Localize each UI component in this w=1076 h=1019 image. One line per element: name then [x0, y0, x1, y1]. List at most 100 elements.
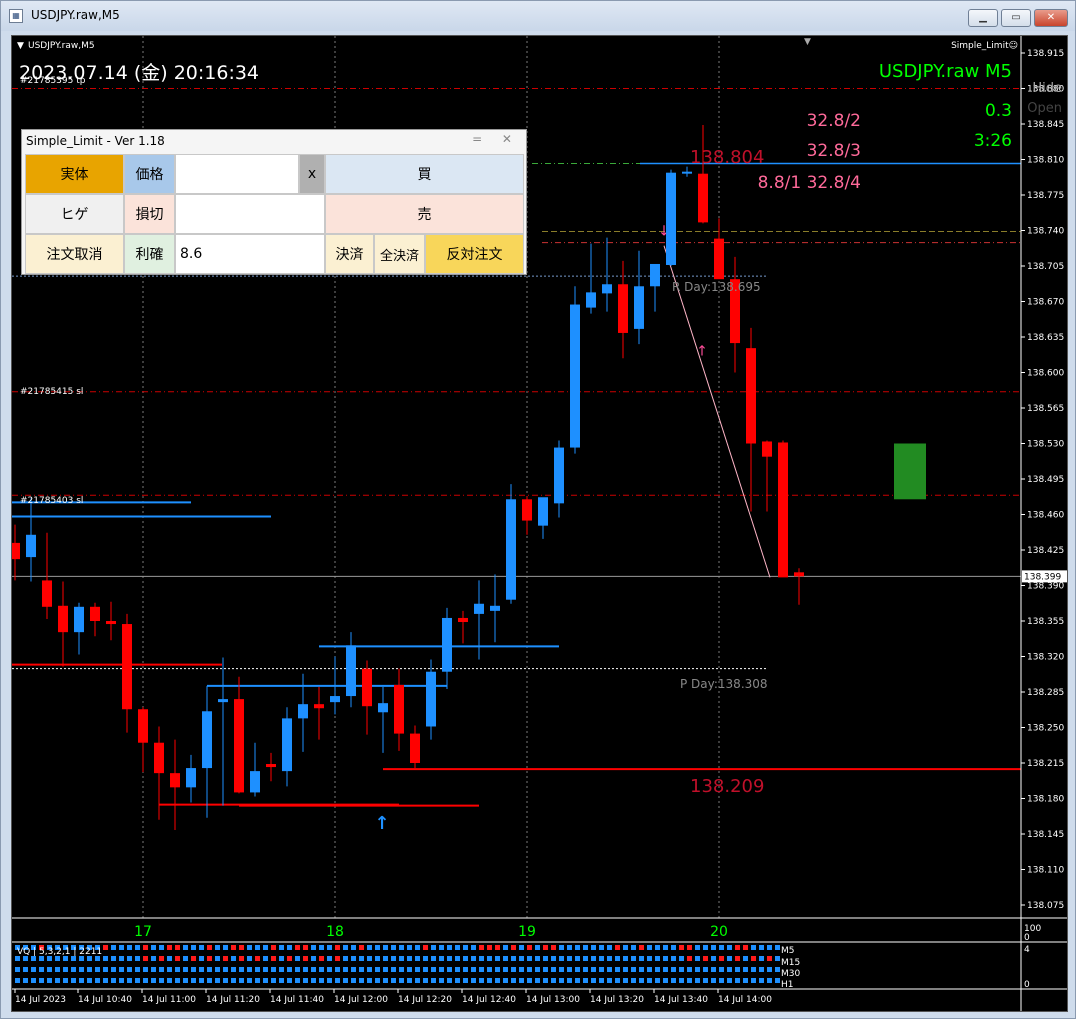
- price-tick-label: 138.530: [1027, 440, 1064, 450]
- vq-dot: [255, 967, 260, 972]
- time-tick-label: 14 Jul 2023: [15, 995, 66, 1005]
- time-tick-label: 14 Jul 11:00: [142, 995, 196, 1005]
- vq-dot: [599, 967, 604, 972]
- buy-button[interactable]: 買: [325, 154, 524, 194]
- candle: [762, 440, 772, 512]
- vq-dot: [151, 956, 156, 961]
- vq-dot: [295, 945, 300, 950]
- vq-dot: [303, 956, 308, 961]
- close-all-button[interactable]: 全決済: [374, 234, 425, 274]
- vq-dot: [471, 967, 476, 972]
- stop-loss-input[interactable]: [175, 194, 325, 234]
- candle-body: [106, 621, 116, 625]
- sell-button[interactable]: 売: [325, 194, 524, 234]
- open-button[interactable]: Open: [1027, 101, 1062, 116]
- candle-body: [58, 605, 68, 633]
- vq-dot: [415, 945, 420, 950]
- vq-dot: [87, 978, 92, 983]
- vq-dot: [583, 956, 588, 961]
- simple-limit-panel[interactable]: Simple_Limit - Ver 1.18 = ✕ 実体 価格 x 買 ヒゲ…: [21, 129, 527, 275]
- wick-mode-button[interactable]: ヒゲ: [25, 194, 124, 234]
- vq-dot: [719, 956, 724, 961]
- vq-dot: [423, 967, 428, 972]
- green-box-marker: [894, 443, 926, 500]
- vq-dot: [447, 956, 452, 961]
- price-label-button[interactable]: 価格: [124, 154, 175, 194]
- cancel-order-button[interactable]: 注文取消: [25, 234, 124, 274]
- panel-window-controls[interactable]: = ✕: [472, 132, 520, 146]
- time-tick-label: 14 Jul 12:00: [334, 995, 388, 1005]
- chart-menu-arrow-icon[interactable]: ▼: [17, 41, 24, 51]
- scroll-shift-icon[interactable]: ▼: [804, 37, 811, 47]
- vq-dot: [759, 945, 764, 950]
- vq-dot: [327, 945, 332, 950]
- vq-dot: [767, 956, 772, 961]
- title-bar[interactable]: ▦ USDJPY.raw,M5 ▁ ▭ ✕: [1, 1, 1075, 31]
- low-price-label: 138.209: [690, 776, 764, 797]
- vq-dot: [255, 956, 260, 961]
- vq-dot: [703, 956, 708, 961]
- chart-symbol-label: USDJPY.raw,M5: [28, 41, 95, 51]
- candle-body: [682, 171, 692, 174]
- vq-dot: [79, 978, 84, 983]
- candle: [138, 707, 148, 773]
- vq-dot: [775, 956, 780, 961]
- vq-dot: [639, 967, 644, 972]
- candle-body: [90, 606, 100, 621]
- vq-dot: [615, 956, 620, 961]
- vq-dot: [343, 945, 348, 950]
- time-tick-label: 14 Jul 13:20: [590, 995, 644, 1005]
- minimize-button[interactable]: ▁: [968, 9, 998, 27]
- vq-dot: [407, 956, 412, 961]
- vq-dot: [263, 956, 268, 961]
- vq-dot: [463, 978, 468, 983]
- body-mode-button[interactable]: 実体: [25, 154, 124, 194]
- clear-price-button[interactable]: x: [299, 154, 325, 194]
- vq-dot: [327, 967, 332, 972]
- take-profit-input[interactable]: 8.6: [175, 234, 325, 274]
- vq-dot: [591, 956, 596, 961]
- vq-dot: [607, 978, 612, 983]
- candle-body: [138, 709, 148, 743]
- candle-body: [506, 499, 516, 600]
- take-profit-label-button[interactable]: 利確: [124, 234, 175, 274]
- maximize-button[interactable]: ▭: [1001, 9, 1031, 27]
- vq-dot: [447, 978, 452, 983]
- vq-dot: [583, 967, 588, 972]
- vq-dot: [527, 956, 532, 961]
- vq-dot: [735, 967, 740, 972]
- window-title: USDJPY.raw,M5: [31, 8, 120, 22]
- time-tick-label: 14 Jul 13:40: [654, 995, 708, 1005]
- time-tick-label: 14 Jul 11:40: [270, 995, 324, 1005]
- vq-dot: [775, 945, 780, 950]
- high-price-label: 138.804: [690, 147, 764, 168]
- vq-dot: [327, 956, 332, 961]
- candle: [778, 440, 788, 578]
- vq-dot: [599, 978, 604, 983]
- vq-dot: [431, 956, 436, 961]
- candle-body: [618, 284, 628, 333]
- candle-body: [586, 292, 596, 308]
- vq-dot: [335, 978, 340, 983]
- vq-dot: [215, 978, 220, 983]
- stop-loss-label-button[interactable]: 損切: [124, 194, 175, 234]
- vq-dot: [495, 978, 500, 983]
- vq-dot: [167, 956, 172, 961]
- vq-dot: [479, 967, 484, 972]
- reverse-order-button[interactable]: 反対注文: [425, 234, 524, 274]
- candle: [186, 754, 196, 803]
- close-position-button[interactable]: 決済: [325, 234, 374, 274]
- candle: [746, 327, 756, 512]
- price-input[interactable]: [175, 154, 299, 194]
- vq-dot: [687, 956, 692, 961]
- vq-dot: [359, 978, 364, 983]
- vq-dot: [247, 945, 252, 950]
- vq-dot: [407, 945, 412, 950]
- vq-dot: [535, 945, 540, 950]
- vq-dot: [567, 956, 572, 961]
- candle: [698, 125, 708, 224]
- hide-button[interactable]: Hide: [1032, 81, 1062, 96]
- vq-dot: [751, 978, 756, 983]
- close-button[interactable]: ✕: [1034, 9, 1068, 27]
- vq-dot: [151, 967, 156, 972]
